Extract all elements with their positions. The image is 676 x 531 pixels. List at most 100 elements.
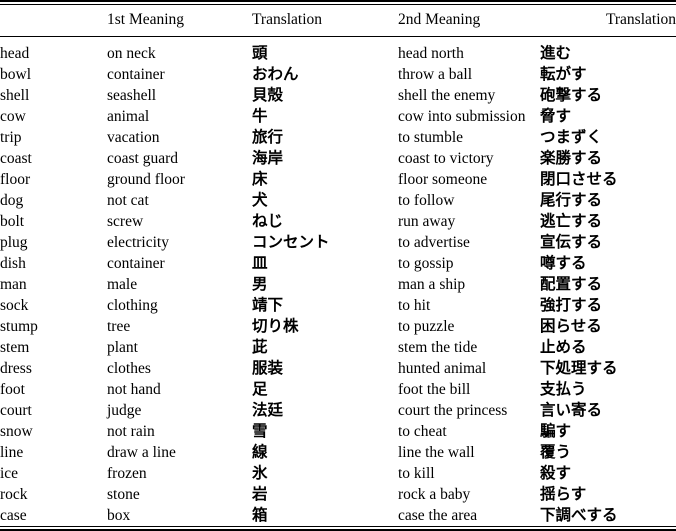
row-meaning-2: court the princess	[398, 402, 508, 419]
row-word: rock	[0, 486, 28, 503]
row-word: cow	[0, 108, 26, 125]
row-meaning-2: to puzzle	[398, 318, 455, 335]
row-meaning-1: tree	[107, 318, 131, 335]
row-translation-1: 箱	[252, 506, 268, 524]
row-translation-2: 脅す	[540, 107, 572, 125]
row-translation-2: 殺す	[540, 464, 572, 482]
row-word: trip	[0, 129, 22, 146]
header-word	[0, 5, 107, 36]
row-meaning-2: to gossip	[398, 255, 454, 272]
row-translation-2: 閉口させる	[540, 170, 618, 188]
polysemy-lexicon-body: head on neck 頭 head north 進む bowl container おわん…	[0, 37, 676, 526]
row-meaning-2: head north	[398, 45, 464, 62]
row-word: stem	[0, 339, 30, 356]
row-meaning-2: man a ship	[398, 276, 466, 293]
table-row: man male 男 man a ship 配置する	[0, 274, 676, 295]
table-row: bowl container おわん throw a ball 転がす	[0, 64, 676, 85]
row-translation-1: おわん	[252, 65, 299, 83]
row-meaning-1: screw	[107, 213, 144, 230]
table-row: bolt screw ねじ run away 逃亡する	[0, 211, 676, 232]
table-row: rock stone 岩 rock a baby 揺らす	[0, 484, 676, 505]
row-meaning-2: rock a baby	[398, 486, 471, 503]
row-word: dish	[0, 255, 26, 272]
row-meaning-1: not cat	[107, 192, 149, 209]
row-translation-1: 海岸	[252, 149, 284, 167]
row-word: plug	[0, 234, 28, 251]
header-meaning-2: 2nd Meaning	[398, 11, 481, 28]
row-word: floor	[0, 171, 31, 188]
row-meaning-2: shell the enemy	[398, 87, 496, 104]
row-meaning-2: coast to victory	[398, 150, 494, 167]
row-meaning-1: judge	[107, 402, 142, 419]
row-meaning-2: stem the tide	[398, 339, 478, 356]
table-top-rule-thick	[0, 0, 676, 2]
row-translation-1: 床	[252, 170, 268, 188]
row-meaning-1: not hand	[107, 381, 161, 398]
row-meaning-1: frozen	[107, 465, 147, 482]
table-bottom-rule-thin	[0, 526, 676, 527]
row-meaning-1: on neck	[107, 45, 156, 62]
row-translation-1: 岩	[252, 485, 268, 503]
row-translation-1: 茈	[252, 338, 268, 356]
row-word: foot	[0, 381, 25, 398]
table-body: head on neck 頭 head north 進む bowl container おわん…	[0, 37, 676, 526]
table-row: ice frozen 氷 to kill 殺す	[0, 463, 676, 484]
row-word: man	[0, 276, 27, 293]
row-translation-1: 足	[252, 380, 268, 398]
row-meaning-1: clothes	[107, 360, 151, 377]
row-word: bolt	[0, 213, 25, 230]
polysemy-lexicon-table: 1st Meaning Translation 2nd Meaning Tran…	[0, 5, 676, 36]
header-translation-2: Translation	[605, 11, 676, 28]
table-row: stem plant 茈 stem the tide 止める	[0, 337, 676, 358]
table-row: dish container 皿 to gossip 噂する	[0, 253, 676, 274]
row-translation-1: 氷	[252, 464, 268, 482]
header-translation-1: Translation	[252, 11, 323, 28]
row-translation-2: 尾行する	[540, 191, 603, 209]
row-meaning-2: foot the bill	[398, 381, 471, 398]
table-row: dress clothes 服装 hunted animal 下処理する	[0, 358, 676, 379]
table-row: shell seashell 貝殻 shell the enemy 砲撃する	[0, 85, 676, 106]
row-meaning-2: to cheat	[398, 423, 447, 440]
row-translation-2: 宣伝する	[540, 233, 603, 251]
row-translation-2: 砲撃する	[540, 86, 603, 104]
row-translation-2: 下処理する	[540, 359, 618, 377]
row-meaning-1: container	[107, 255, 165, 272]
row-meaning-2: to stumble	[398, 129, 464, 146]
row-translation-1: 靖下	[252, 296, 284, 314]
header-meaning-1: 1st Meaning	[107, 11, 185, 28]
row-meaning-1: seashell	[107, 87, 157, 104]
row-meaning-2: floor someone	[398, 171, 488, 188]
row-word: line	[0, 444, 24, 461]
lexicon-table-container: 1st Meaning Translation 2nd Meaning Tran…	[0, 0, 676, 531]
row-translation-2: 支払う	[540, 380, 587, 398]
row-translation-2: 揺らす	[540, 485, 587, 503]
row-translation-2: 困らせる	[540, 317, 602, 335]
row-translation-1: 服装	[252, 359, 284, 377]
table-row: court judge 法廷 court the princess 言い寄る	[0, 400, 676, 421]
row-meaning-1: ground floor	[107, 171, 185, 188]
row-translation-2: 騙す	[540, 422, 572, 440]
table-row: stump tree 切り株 to puzzle 困らせる	[0, 316, 676, 337]
row-translation-1: 貝殻	[252, 86, 284, 104]
table-row: snow not rain 雪 to cheat 騙す	[0, 421, 676, 442]
row-word: sock	[0, 297, 29, 314]
row-meaning-2: to kill	[398, 465, 435, 482]
row-word: stump	[0, 318, 38, 335]
row-word: coast	[0, 150, 32, 167]
table-row: sock clothing 靖下 to hit 強打する	[0, 295, 676, 316]
table-row: dog not cat 犬 to follow 尾行する	[0, 190, 676, 211]
table-row: coast coast guard 海岸 coast to victory 楽勝する	[0, 148, 676, 169]
row-meaning-2: to hit	[398, 297, 431, 314]
table-header-row: 1st Meaning Translation 2nd Meaning Tran…	[0, 5, 676, 36]
row-meaning-1: plant	[107, 339, 138, 356]
row-meaning-2: to follow	[398, 192, 455, 209]
row-translation-2: 楽勝する	[540, 149, 603, 167]
row-meaning-1: electricity	[107, 234, 169, 251]
row-translation-1: 皿	[252, 254, 268, 272]
row-meaning-1: container	[107, 66, 165, 83]
row-translation-2: 噂する	[540, 254, 587, 272]
row-translation-1: 牛	[252, 107, 268, 125]
row-translation-1: 旅行	[252, 128, 284, 146]
row-translation-2: 強打する	[540, 296, 603, 314]
row-meaning-1: not rain	[107, 423, 155, 440]
